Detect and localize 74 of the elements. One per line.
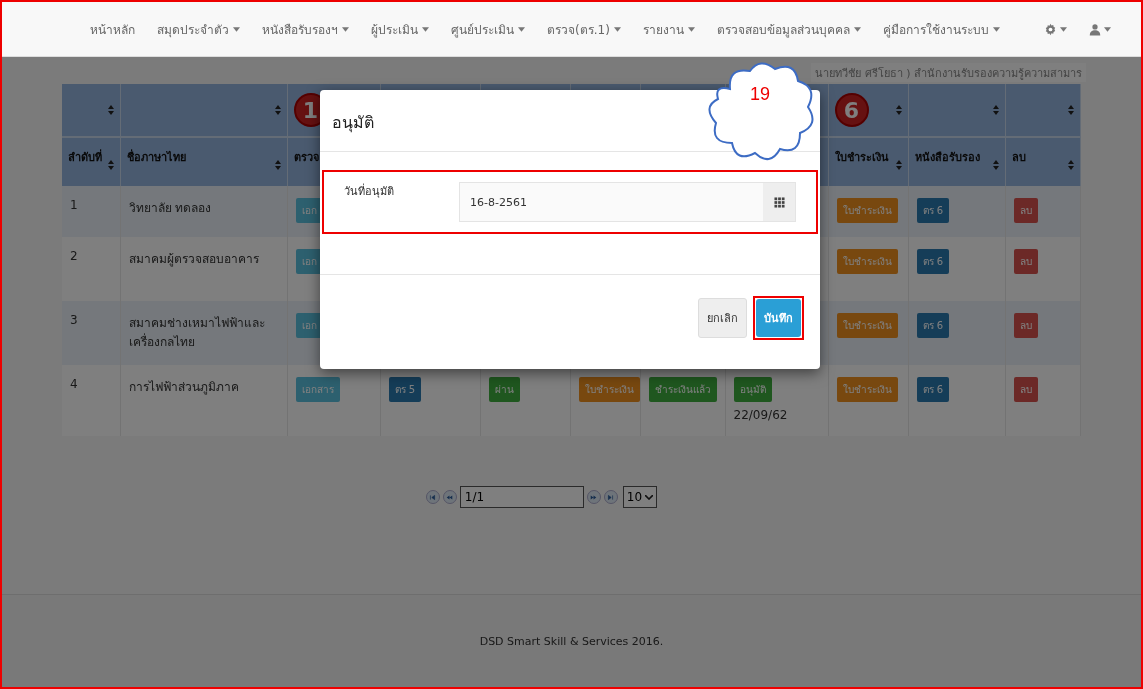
- table-action-button[interactable]: เอกสาร: [295, 377, 340, 402]
- user-menu-button[interactable]: [1088, 22, 1111, 36]
- nav-menu-item[interactable]: คู่มือการใช้งานระบบ: [882, 19, 1000, 39]
- nav-menu-item[interactable]: ตรวจสอบข้อมูลส่วนบุคคล: [716, 19, 861, 39]
- cancel-button[interactable]: ยกเลิก: [698, 298, 747, 338]
- table-action-button[interactable]: อนุมัติ: [733, 377, 772, 402]
- table-action-button[interactable]: ใบชำระเงิน: [836, 249, 898, 274]
- chevron-down-icon: [645, 494, 654, 500]
- date-field[interactable]: 16-8-2561: [459, 182, 796, 222]
- sort-icon[interactable]: [107, 160, 114, 170]
- sort-icon[interactable]: [107, 105, 114, 115]
- table-cell: 1: [70, 198, 78, 212]
- table-action-button[interactable]: ใบชำระเงิน: [836, 198, 898, 223]
- table-action-button[interactable]: ชำระเงินแล้ว: [648, 377, 717, 402]
- table-cell: สมาคมช่างเหมาไฟฟ้าและเครื่องกลไทย: [128, 316, 265, 349]
- nav-menu-item[interactable]: หนังสือรับรองฯ: [262, 19, 349, 39]
- table-cell: 4: [70, 377, 78, 391]
- page-field[interactable]: 1/1: [459, 486, 584, 508]
- table-cell: 2: [70, 249, 78, 263]
- first-page-icon[interactable]: [425, 490, 440, 504]
- settings-menu-button[interactable]: [1043, 22, 1067, 36]
- table-action-button[interactable]: เอก: [295, 313, 323, 338]
- table-action-button[interactable]: ลบ: [1013, 377, 1038, 402]
- column-header[interactable]: ลำดับที่: [68, 148, 102, 170]
- table-action-button[interactable]: ตร 6: [916, 198, 950, 223]
- column-header[interactable]: หนังสือรับรอง: [914, 148, 980, 170]
- step-badge: 6: [834, 93, 869, 127]
- sort-icon[interactable]: [274, 160, 281, 170]
- table-action-button[interactable]: ผ่าน: [488, 377, 520, 402]
- user-info-text: นายทวีชัย ศรีโยธา ) สำนักงานรับรองความรู้ความสามาร: [811, 63, 1086, 82]
- table-action-button[interactable]: ลบ: [1013, 198, 1038, 223]
- column-header[interactable]: ลบ: [1011, 148, 1026, 170]
- table-action-button[interactable]: เอก: [295, 198, 323, 223]
- table-action-button[interactable]: ลบ: [1013, 313, 1038, 338]
- table-action-button[interactable]: ใบชำระเงิน: [836, 313, 898, 338]
- nav-menu-item[interactable]: ศูนย์ประเมิน: [451, 19, 525, 39]
- next-page-icon[interactable]: [586, 490, 601, 504]
- sort-icon[interactable]: [992, 160, 999, 170]
- table-action-button[interactable]: ตร 6: [916, 377, 950, 402]
- date-text: 22/09/62: [733, 408, 789, 422]
- table-action-button[interactable]: ใบชำระเงิน: [578, 377, 640, 402]
- table-cell: 3: [70, 313, 78, 327]
- column-header[interactable]: ใบชำระเงิน: [834, 148, 889, 170]
- sort-icon[interactable]: [274, 105, 281, 115]
- table-action-button[interactable]: ตร 5: [388, 377, 422, 402]
- table-action-button[interactable]: ตร 6: [916, 313, 950, 338]
- table-cell: วิทยาลัย ทดลอง: [128, 201, 212, 215]
- dialog-title: อนุมัติ: [332, 113, 374, 132]
- sort-icon[interactable]: [1067, 105, 1074, 115]
- table-action-button[interactable]: ใบชำระเงิน: [836, 377, 898, 402]
- previous-page-icon[interactable]: [442, 490, 457, 504]
- table-action-button[interactable]: ตร 6: [916, 249, 950, 274]
- page-size-select[interactable]: 10: [622, 486, 658, 508]
- nav-menu-item[interactable]: สมุดประจำตัว: [157, 19, 240, 39]
- grid-icon: [773, 196, 785, 208]
- field-label: วันที่อนุมัติ: [344, 182, 395, 200]
- table-cell: การไฟฟ้าส่วนภูมิภาค: [128, 380, 239, 394]
- sort-icon[interactable]: [1067, 160, 1074, 170]
- table-action-button[interactable]: เอก: [295, 249, 323, 274]
- nav-menu-item[interactable]: ผู้ประเมิน: [371, 19, 429, 39]
- nav-menu-item[interactable]: ตรวจ(ตร.1): [547, 19, 621, 39]
- table-cell: สมาคมผู้ตรวจสอบอาคาร: [128, 252, 259, 266]
- calendar-button[interactable]: [763, 183, 795, 221]
- sort-icon[interactable]: [895, 105, 902, 115]
- copyright-text: DSD Smart Skill & Services 2016.: [479, 634, 664, 648]
- column-header[interactable]: ชื่อภาษาไทย: [126, 148, 186, 170]
- table-action-button[interactable]: ลบ: [1013, 249, 1038, 274]
- last-page-icon[interactable]: [603, 490, 618, 504]
- column-header[interactable]: ตรวจ: [293, 148, 319, 166]
- nav-menu-item[interactable]: หน้าหลัก: [90, 19, 135, 39]
- sort-icon[interactable]: [895, 160, 902, 170]
- save-button[interactable]: บันทึก: [756, 299, 801, 337]
- nav-menu-item[interactable]: รายงาน: [642, 19, 695, 39]
- sort-icon[interactable]: [992, 105, 999, 115]
